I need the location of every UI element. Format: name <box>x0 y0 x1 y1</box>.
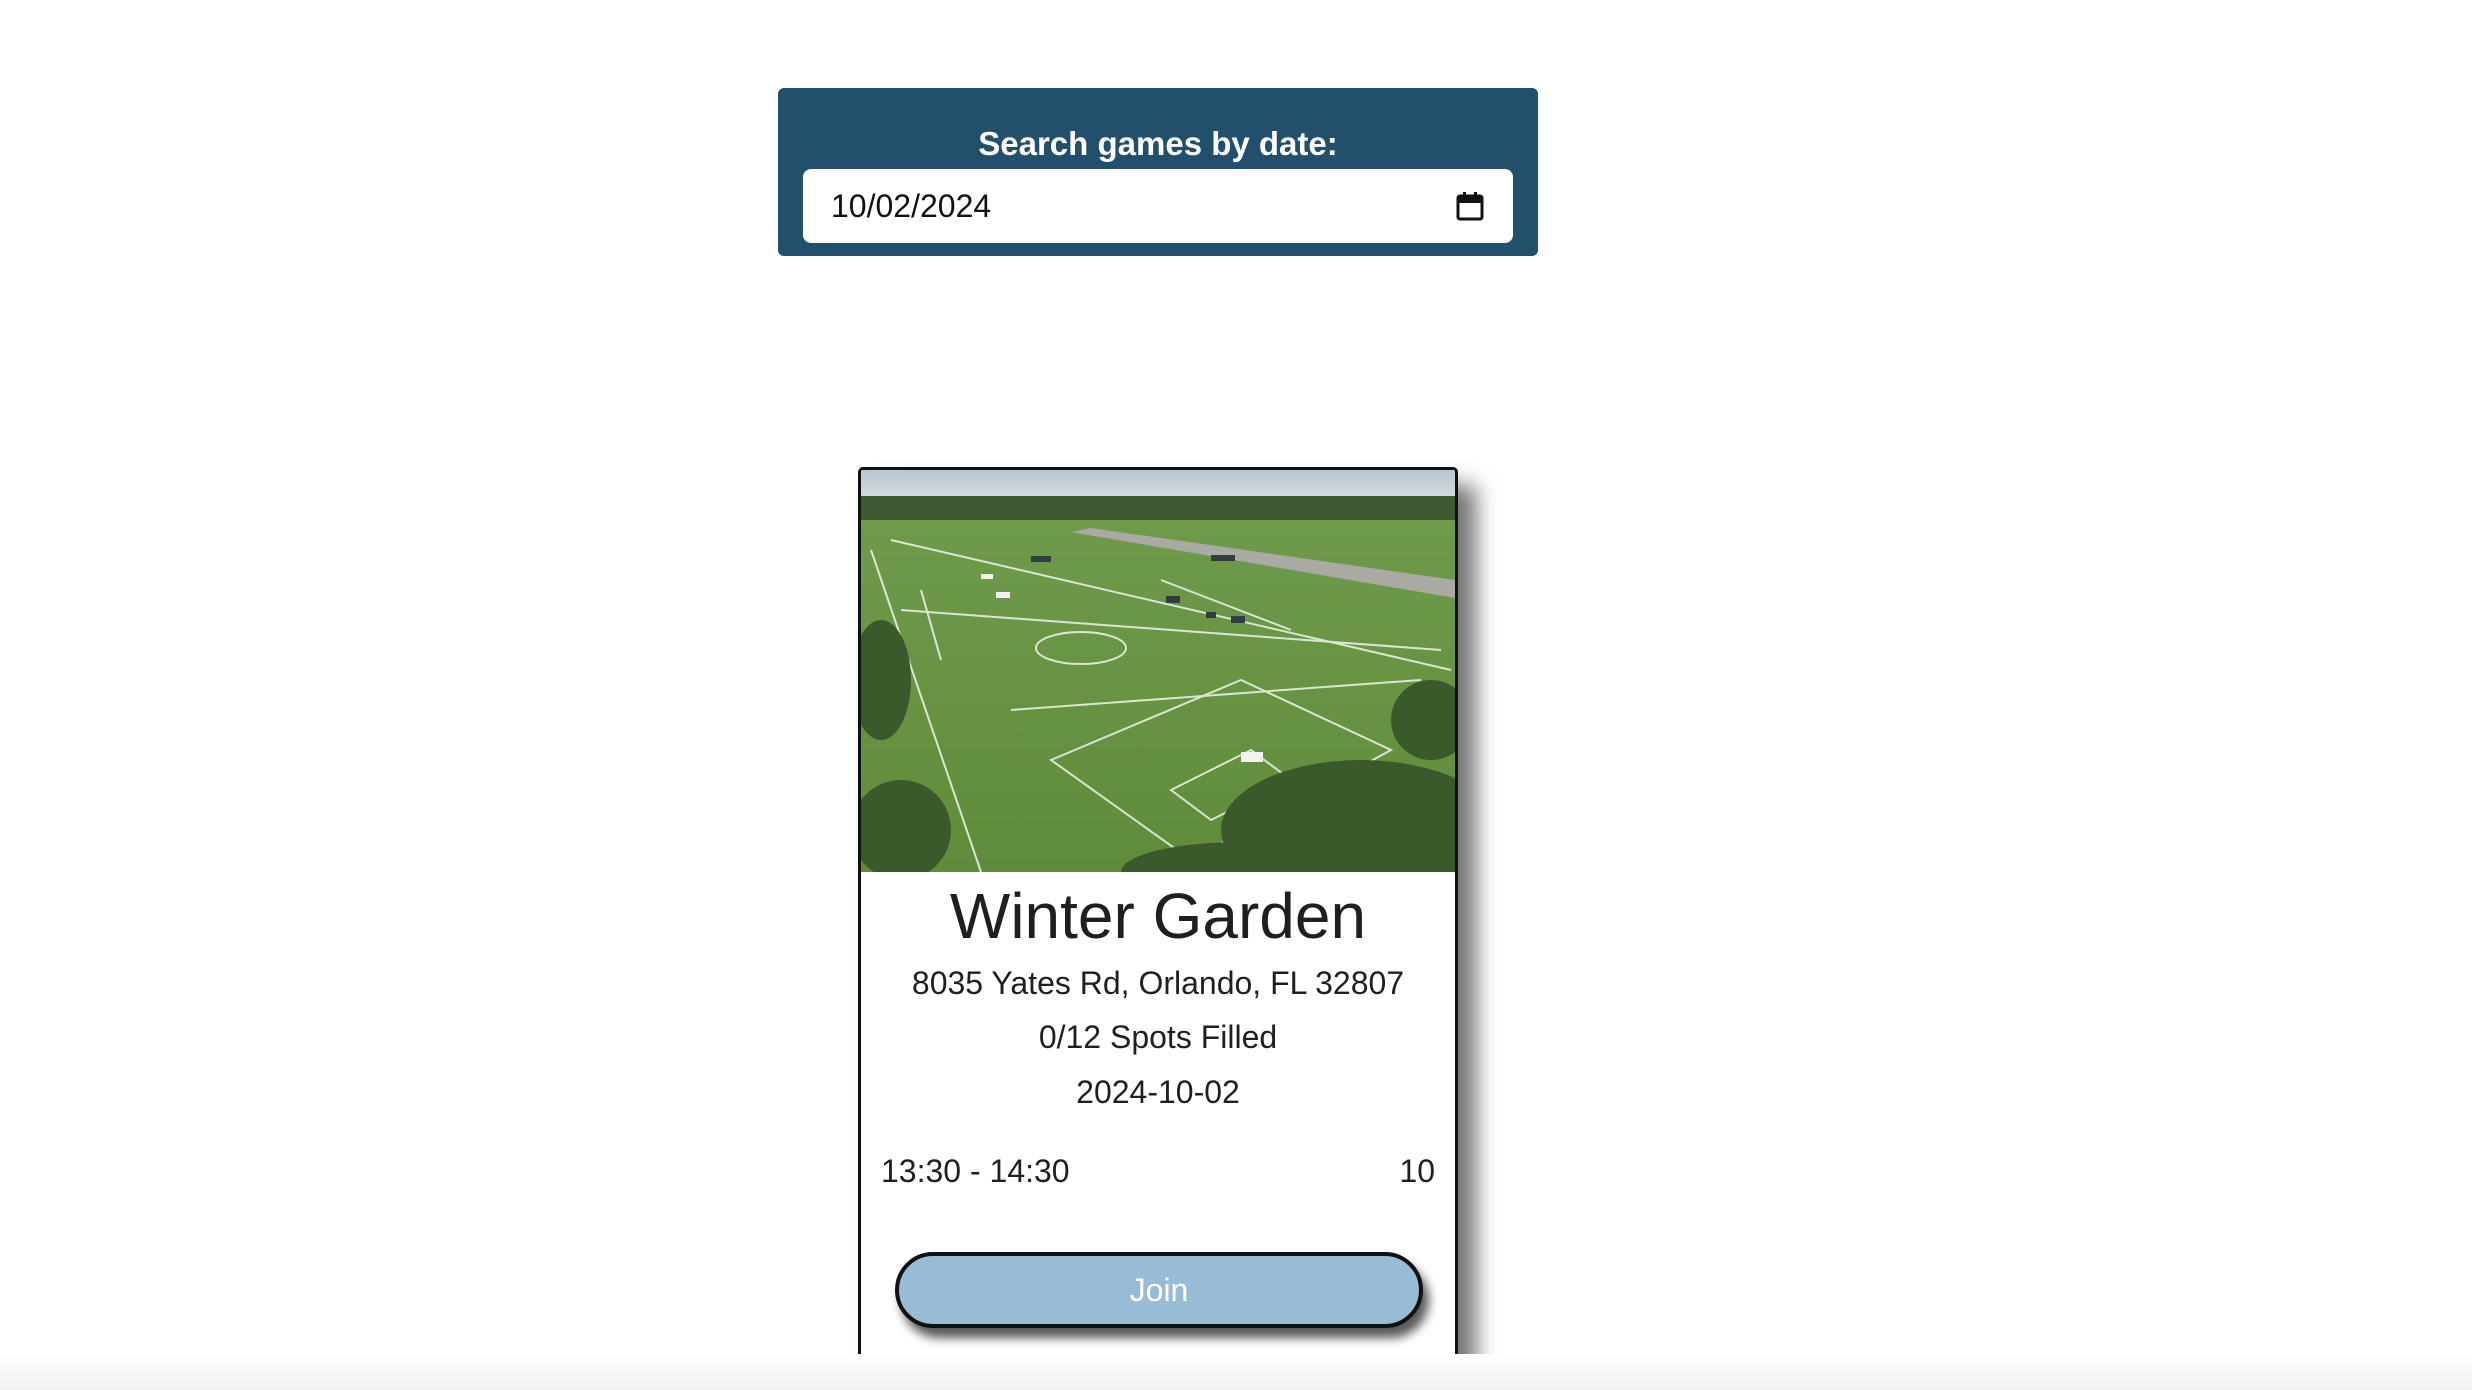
game-time: 13:30 - 14:30 <box>881 1153 1070 1189</box>
game-count: 10 <box>1399 1153 1435 1189</box>
time-row: 13:30 - 14:30 10 <box>881 1151 1435 1191</box>
date-input-value: 10/02/2024 <box>831 187 992 224</box>
calendar-icon[interactable] <box>1455 190 1485 222</box>
spots-filled: 0/12 Spots Filled <box>1038 1019 1278 1055</box>
venue-name: Winter Garden <box>949 880 1367 952</box>
search-label: Search games by date: <box>978 125 1338 162</box>
join-button[interactable]: Join <box>895 1252 1423 1328</box>
game-card: Winter Garden 8035 Yates Rd, Orlando, FL… <box>858 467 1458 1365</box>
venue-address: 8035 Yates Rd, Orlando, FL 32807 <box>911 965 1405 1001</box>
field-photo <box>861 470 1455 872</box>
date-input[interactable]: 10/02/2024 <box>803 169 1513 243</box>
game-date: 2024-10-02 <box>1076 1074 1240 1110</box>
bottom-edge <box>0 1354 2472 1390</box>
date-search-panel: Search games by date: 10/02/2024 <box>778 88 1538 256</box>
page: Search games by date: 10/02/2024 Winter … <box>0 0 2472 1390</box>
